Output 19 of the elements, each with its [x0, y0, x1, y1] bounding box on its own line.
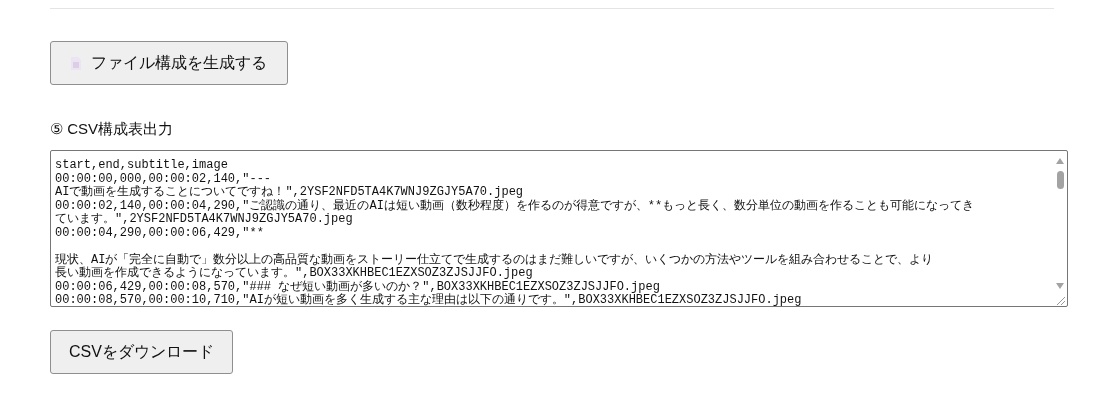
csv-line: 長い動画を作成できるようになっています。",BOX33XKHBEC1EZXSOZ3ZJSJJFO.jpeg	[55, 267, 534, 280]
csv-line: 00:00:02,140,00:00:04,290,"ご認識の通り、最近のAIは短い動画（数秒程度）を作るのが得意ですが、**もっと長く、数分単位の動画を作ることも可能になってき	[55, 199, 976, 213]
section-title: ⑤ CSV構成表出力	[50, 120, 174, 138]
generate-files-button[interactable]: ファイル構成を生成する	[50, 41, 288, 85]
resize-grip-icon[interactable]	[1054, 294, 1066, 306]
csv-line: 00:00:00,000,00:00:02,140,"---	[55, 172, 273, 186]
csv-line: ています。",2YSF2NFD5TA4K7WNJ9ZGJY5A70.jpeg	[55, 213, 354, 227]
scroll-up-icon[interactable]	[1055, 157, 1065, 165]
csv-line: start,end,subtitle,image	[55, 159, 229, 173]
csv-output-field[interactable]	[50, 150, 1068, 307]
csv-line: 00:00:08,570,00:00:10,710,"AIが短い動画を多く生成する主な理由は以下の通りです。",BOX33XKHBEC1EZXSOZ3ZJSJJFO.jpeg	[55, 294, 803, 306]
document-icon	[71, 56, 81, 70]
csv-line: 現状、AIが「完全に自動で」数分以上の高品質な動画をストーリー仕立てで生成するのはまだ難しいですが、いくつかの方法やツールを組み合わせることで、より	[55, 251, 935, 267]
scrollbar-thumb[interactable]	[1056, 171, 1064, 189]
scroll-down-icon[interactable]	[1055, 282, 1065, 290]
csv-line: AIで動画を生成することについてですね！",2YSF2NFD5TA4K7WNJ9ZGJY5A70.jpeg	[55, 186, 525, 199]
csv-line: 00:00:06,429,00:00:08,570,"### なぜ短い動画が多いのか？",BOX33XKHBEC1EZXSOZ3ZJSJJFO.jpeg	[55, 280, 661, 294]
download-csv-button[interactable]: CSVをダウンロード	[50, 330, 233, 374]
csv-line: 00:00:04,290,00:00:06,429,"**	[55, 226, 265, 240]
